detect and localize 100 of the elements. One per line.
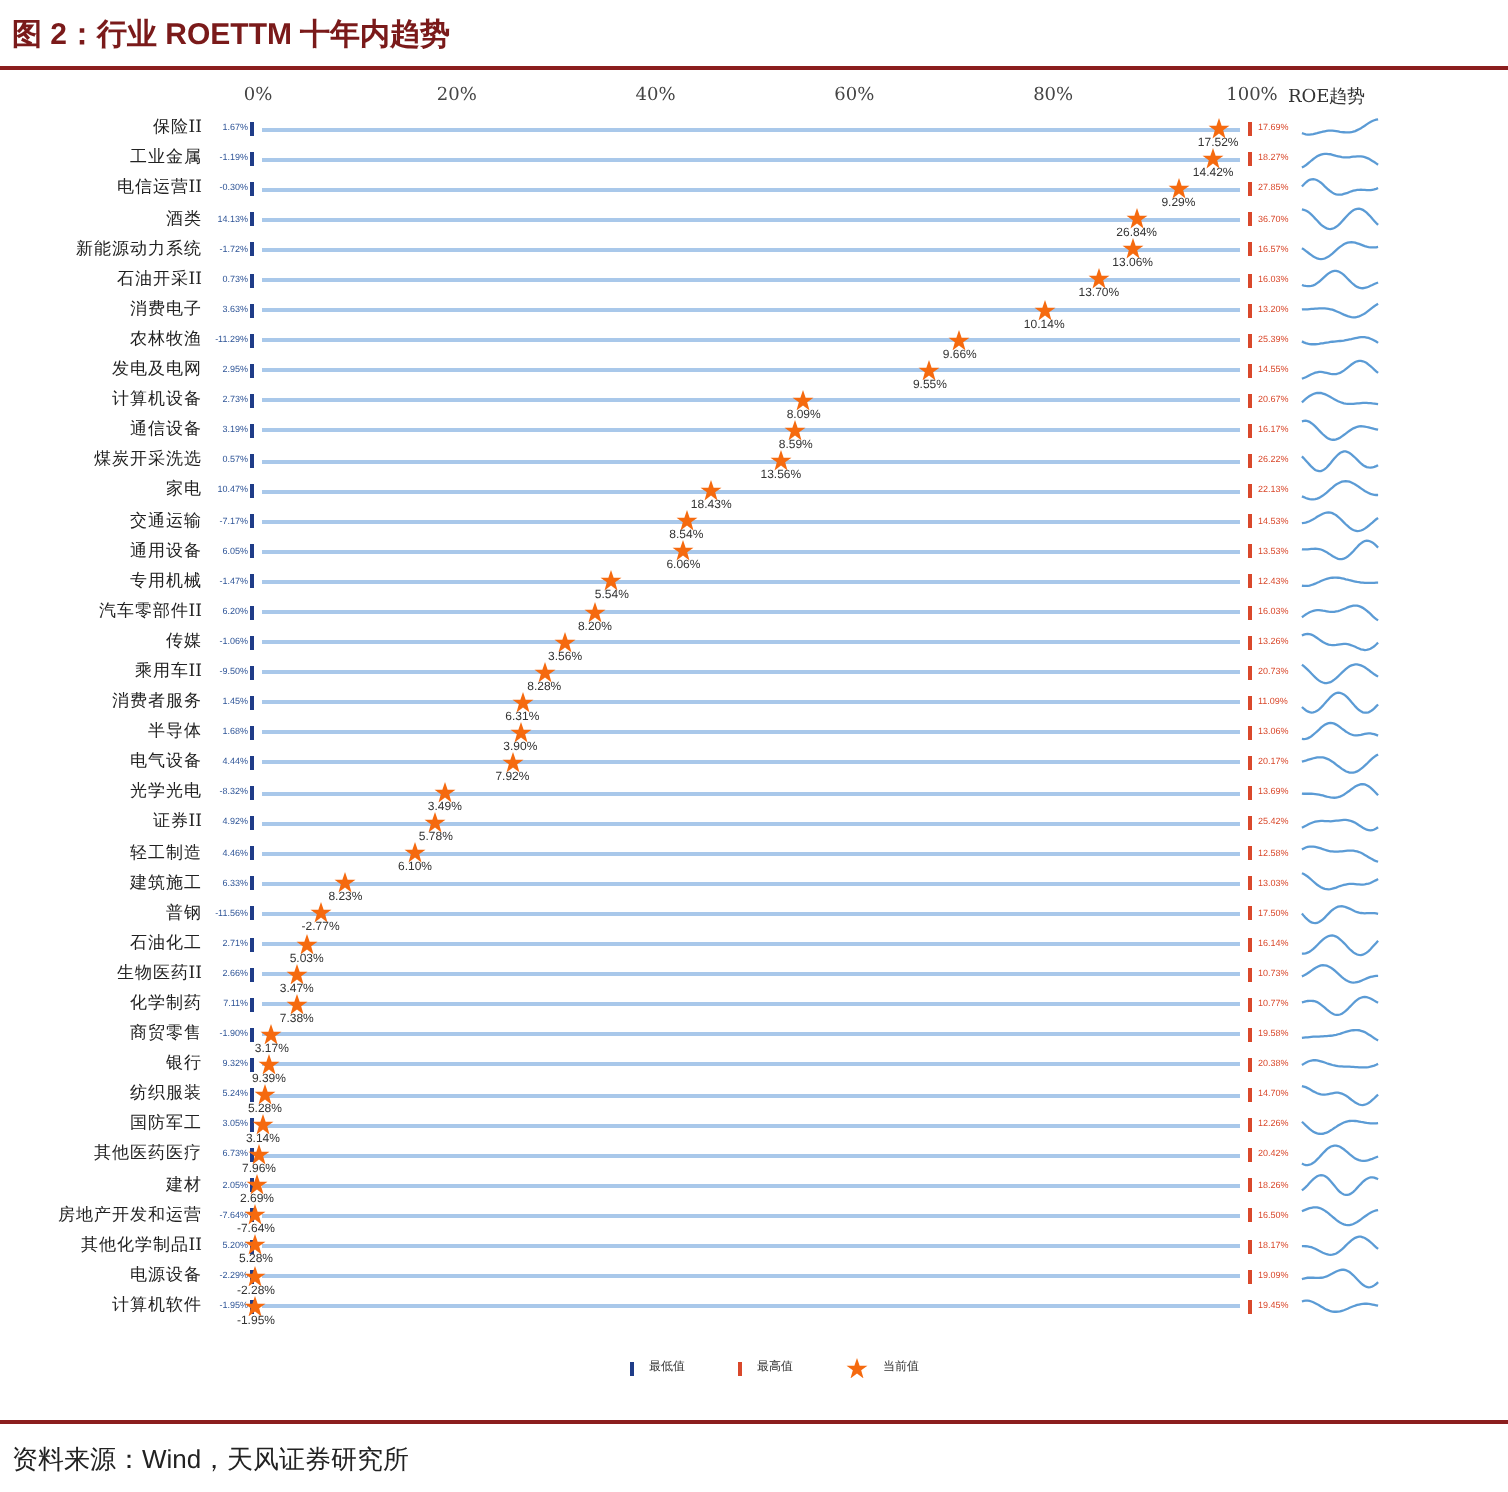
max-marker [1248, 1239, 1252, 1254]
min-marker [250, 544, 254, 559]
min-marker [250, 242, 254, 257]
min-marker [250, 665, 254, 680]
max-marker [1248, 212, 1252, 227]
max-marker [1248, 393, 1252, 408]
min-marker [250, 454, 254, 469]
industry-name: 建材 [164, 1177, 204, 1195]
max-marker [1248, 1148, 1252, 1163]
industry-name: 酒类 [164, 211, 204, 229]
min-marker [250, 997, 254, 1012]
industry-name: 石油化工 [128, 935, 204, 953]
source-note: 资料来源：Wind，天风证券研究所 [12, 1444, 410, 1474]
max-marker [1248, 514, 1252, 529]
min-marker [250, 574, 254, 589]
industry-name: 轻工制造 [128, 845, 204, 863]
axis-label: 20% [436, 83, 477, 109]
industry-name: 半导体 [146, 724, 204, 742]
industry-name: 商贸零售 [128, 1026, 204, 1044]
max-marker [1248, 574, 1252, 589]
max-marker [1248, 997, 1252, 1012]
industry-name: 电信运营II [114, 180, 204, 198]
sparkline [1300, 748, 1380, 779]
industry-name: 国防军工 [128, 1116, 204, 1134]
sparkline [1300, 929, 1380, 960]
industry-name: 计算机软件 [110, 1297, 204, 1315]
industry-name: 农林牧渔 [128, 331, 204, 349]
max-marker [1248, 454, 1252, 469]
min-marker [250, 937, 254, 952]
min-marker [250, 756, 254, 771]
star-icon [845, 1357, 867, 1379]
max-marker [1248, 333, 1252, 348]
industry-name: 其他医药医疗 [92, 1146, 204, 1164]
industry-name: 化学制药 [128, 996, 204, 1014]
max-marker [1248, 635, 1252, 650]
industry-name: 消费者服务 [110, 694, 204, 712]
industry-name: 建筑施工 [128, 875, 204, 893]
max-marker [1248, 1057, 1252, 1072]
industry-name: 生物医药II [114, 965, 204, 983]
industry-name: 新能源动力系统 [74, 241, 204, 259]
min-marker [250, 122, 254, 137]
sparkline [1300, 1140, 1380, 1171]
industry-name: 工业金属 [128, 150, 204, 168]
industry-name: 其他化学制品II [78, 1237, 204, 1255]
sparkline [1300, 415, 1380, 446]
min-marker [250, 1057, 254, 1072]
min-marker [250, 514, 254, 529]
sparkline [1300, 446, 1380, 477]
max-marker [1248, 725, 1252, 740]
max-marker [1248, 363, 1252, 378]
sparkline [1300, 1080, 1380, 1111]
min-marker [250, 725, 254, 740]
min-marker [250, 605, 254, 620]
min-marker [250, 182, 254, 197]
min-marker [250, 393, 254, 408]
min-marker [250, 695, 254, 710]
industry-name: 汽车零部件II [96, 603, 204, 621]
max-marker [1248, 1178, 1252, 1193]
min-marker [250, 273, 254, 288]
min-marker [250, 1118, 254, 1133]
sparkline [1300, 687, 1380, 718]
industry-name: 普钢 [164, 905, 204, 923]
max-marker [1248, 1118, 1252, 1133]
min-marker [250, 1088, 254, 1103]
max-marker [1248, 967, 1252, 982]
industry-name: 专用机械 [128, 573, 204, 591]
max-marker [1248, 846, 1252, 861]
sparkline [1300, 355, 1380, 386]
sparkline [1300, 204, 1380, 235]
min-marker [250, 1027, 254, 1042]
figure-title: 图 2：行业 ROETTM 十年内趋势 [12, 18, 451, 52]
industry-name: 通用设备 [128, 543, 204, 561]
industry-name: 消费电子 [128, 301, 204, 319]
industry-name: 电气设备 [128, 754, 204, 772]
max-marker [1248, 484, 1252, 499]
max-marker [1248, 1269, 1252, 1284]
min-marker [250, 212, 254, 227]
sparkline [1300, 476, 1380, 507]
min-marker [250, 423, 254, 438]
industry-name: 乘用车II [132, 663, 204, 681]
min-marker [250, 333, 254, 348]
industry-name: 家电 [164, 482, 204, 500]
industry-name: 煤炭开采洗选 [92, 452, 204, 470]
max-marker [1248, 1027, 1252, 1042]
max-marker [1248, 242, 1252, 257]
min-marker [250, 967, 254, 982]
axis-label: 80% [1033, 83, 1074, 109]
sparkline [1300, 506, 1380, 537]
sparkline [1300, 657, 1380, 688]
industry-name: 通信设备 [128, 422, 204, 440]
min-marker [250, 786, 254, 801]
min-marker [250, 363, 254, 378]
industry-name: 光学光电 [128, 784, 204, 802]
max-marker [1248, 544, 1252, 559]
max-marker [1248, 816, 1252, 831]
max-marker [1248, 756, 1252, 771]
sparkline [1300, 959, 1380, 990]
sparkline [1300, 1231, 1380, 1262]
industry-name: 电源设备 [128, 1267, 204, 1285]
industry-name: 传媒 [164, 633, 204, 651]
